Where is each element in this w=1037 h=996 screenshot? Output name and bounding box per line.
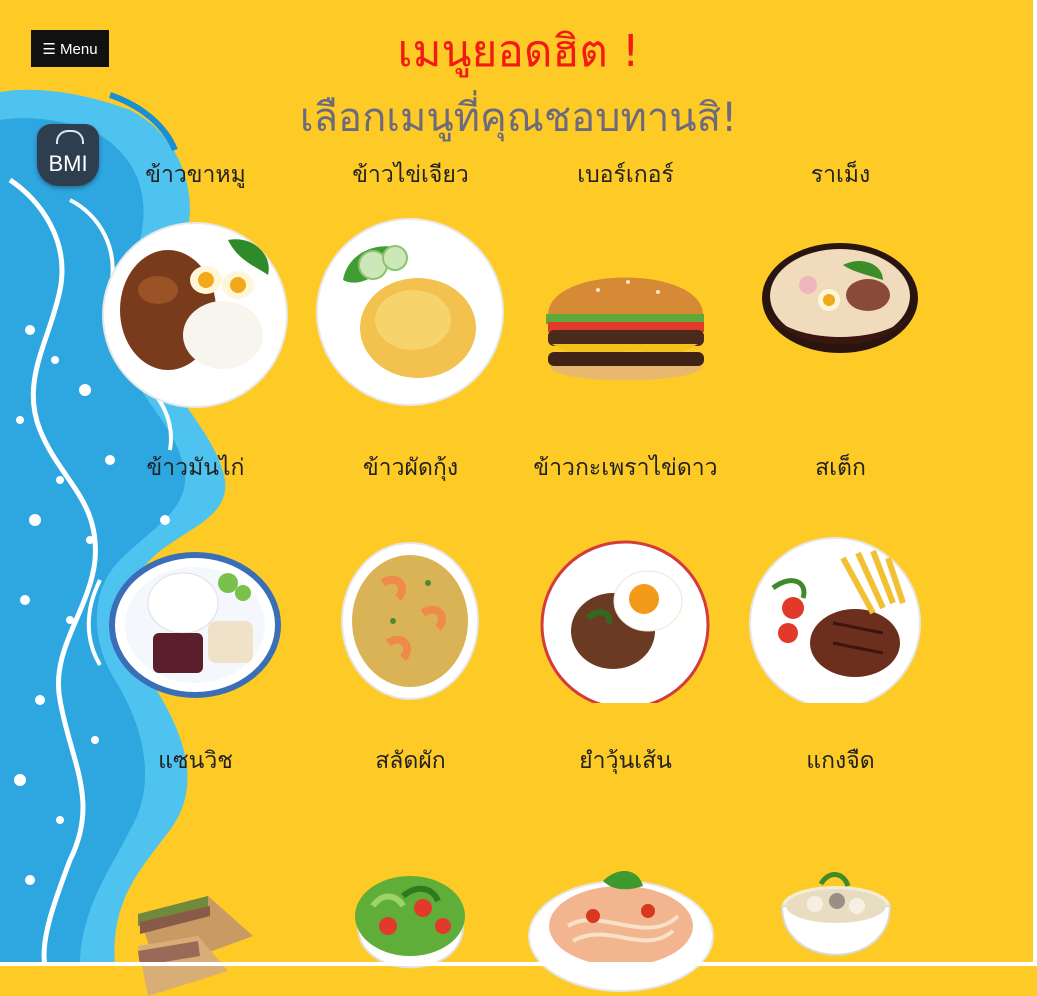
menu-item-glass-noodle-salad[interactable]: ยำวุ้นเส้น [518,736,733,996]
chicken-rice-image [109,552,281,698]
menu-item-label: สลัดผัก [375,748,446,774]
gauge-icon [56,130,84,144]
shrimp-fried-rice-image [341,542,479,700]
menu-item-chicken-rice[interactable]: ข้าวมันไก่ [88,443,303,703]
menu-item-basil-rice-fried-egg[interactable]: ข้าวกะเพราไข่ดาว [518,443,733,703]
pork-leg-rice-image [102,222,288,408]
menu-item-label: ข้าวมันไก่ [146,455,245,481]
menu-item-ramen[interactable]: ราเม็ง [733,150,948,410]
menu-item-shrimp-fried-rice[interactable]: ข้าวผัดกุ้ง [303,443,518,703]
omelette-rice-image [316,218,504,406]
menu-item-pork-leg-rice[interactable]: ข้าวขาหมู [88,150,303,410]
menu-item-clear-soup[interactable]: แกงจืด [733,736,948,996]
glass-noodle-salad-image [528,870,714,992]
ramen-image [762,243,918,353]
clear-soup-image [780,872,892,956]
menu-item-label: แซนวิช [158,748,233,774]
menu-item-vegetable-salad[interactable]: สลัดผัก [303,736,518,996]
menu-item-label: ข้าวกะเพราไข่ดาว [533,455,718,481]
menu-item-omelette-rice[interactable]: ข้าวไข่เจียว [303,150,518,410]
menu-item-label: แกงจืด [806,748,875,774]
menu-item-label: เบอร์เกอร์ [577,162,674,188]
basil-rice-fried-egg-image [540,540,710,703]
menu-item-label: ข้าวไข่เจียว [352,162,469,188]
menu-item-label: ราเม็ง [810,162,871,188]
vegetable-salad-image [355,876,465,969]
menu-item-burger[interactable]: เบอร์เกอร์ [518,150,733,410]
menu-item-label: สเต็ก [815,455,866,481]
menu-item-label: ข้าวขาหมู [145,162,246,188]
page-title: เมนูยอดฮิต ! [397,26,640,77]
sandwich-image [138,896,253,996]
burger-image [546,277,704,381]
menu-item-label: ยำวุ้นเส้น [579,748,672,774]
menu-item-label: ข้าวผัดกุ้ง [362,455,459,481]
page-subtitle: เลือกเมนูที่คุณชอบทานสิ! [299,95,738,141]
steak-image [749,537,921,703]
menu-item-sandwich[interactable]: แซนวิช [88,736,303,996]
menu-item-steak[interactable]: สเต็ก [733,443,948,703]
